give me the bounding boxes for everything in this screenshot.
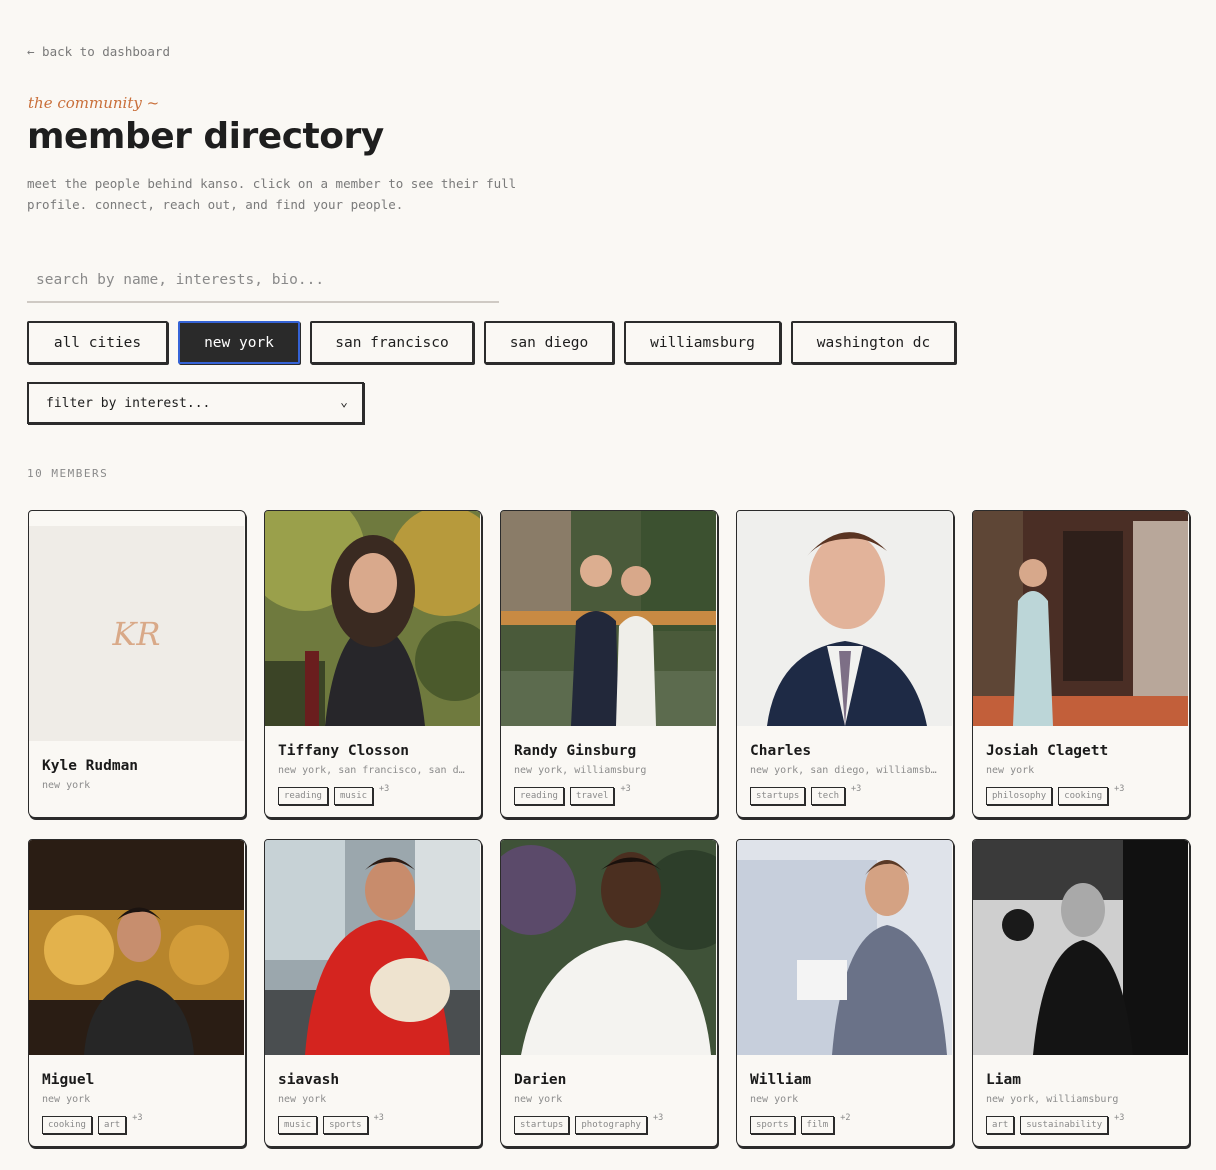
member-photo: [737, 511, 952, 726]
avatar-placeholder: KR: [29, 526, 244, 741]
member-tags: startups photography +3: [514, 1113, 664, 1134]
more-tags-count: +3: [851, 784, 862, 794]
back-to-dashboard-link[interactable]: ← back to dashboard: [27, 44, 170, 59]
city-filter-san-diego[interactable]: san diego: [484, 321, 614, 364]
member-cities: new york, san diego, williamsburg: [750, 765, 942, 776]
member-cities: new york: [986, 765, 1035, 776]
interest-tag: tech: [811, 787, 846, 805]
member-name: Tiffany Closson: [278, 743, 409, 759]
member-cities: new york, williamsburg: [514, 765, 647, 776]
interest-tag: art: [986, 1116, 1015, 1134]
interest-tag: art: [97, 1116, 127, 1134]
member-name: Darien: [514, 1072, 567, 1088]
interest-tag: photography: [575, 1116, 647, 1134]
interest-filter-select[interactable]: filter by interest... ⌄: [27, 382, 364, 424]
more-tags-count: +3: [1114, 1113, 1125, 1123]
member-tags: sports film +2: [750, 1113, 851, 1134]
interest-tag: reading: [278, 787, 328, 805]
city-filter-san-francisco[interactable]: san francisco: [310, 321, 474, 364]
member-card[interactable]: Randy Ginsburg new york, williamsburg re…: [500, 510, 718, 818]
more-tags-count: +3: [132, 1113, 143, 1123]
more-tags-count: +3: [379, 784, 390, 794]
city-filter-new-york[interactable]: new york: [178, 321, 300, 364]
interest-tag: music: [278, 1116, 318, 1134]
member-tags: reading travel +3: [514, 784, 631, 805]
member-card[interactable]: William new york sports film +2: [736, 839, 954, 1147]
member-name: Randy Ginsburg: [514, 743, 637, 759]
chevron-down-icon: ⌄: [340, 395, 348, 410]
city-filter-all-cities[interactable]: all cities: [27, 321, 168, 364]
member-name: Miguel: [42, 1072, 95, 1088]
member-card[interactable]: siavash new york music sports +3: [264, 839, 482, 1147]
member-name: Kyle Rudman: [42, 758, 139, 774]
member-cities: new york, williamsburg: [986, 1094, 1119, 1105]
member-card[interactable]: Josiah Clagett new york philosophy cooki…: [972, 510, 1190, 818]
member-tags: reading music +3: [278, 784, 390, 805]
member-name: Charles: [750, 743, 812, 759]
city-filter-washington-dc[interactable]: washington dc: [791, 321, 956, 364]
member-card[interactable]: Charles new york, san diego, williamsbur…: [736, 510, 954, 818]
member-cities: new york: [514, 1094, 563, 1105]
interest-tag: sports: [750, 1116, 795, 1134]
page-intro: meet the people behind kanso. click on a…: [27, 176, 517, 212]
member-photo: [29, 840, 244, 1055]
section-eyebrow: the community ~: [28, 94, 160, 112]
interest-tag: sustainability: [1020, 1116, 1109, 1134]
interest-filter-value: filter by interest...: [46, 395, 211, 411]
more-tags-count: +3: [652, 1113, 664, 1123]
member-cities: new york: [750, 1094, 799, 1105]
city-filter-williamsburg[interactable]: williamsburg: [624, 321, 781, 364]
search-input[interactable]: [27, 258, 499, 301]
member-photo: [265, 511, 480, 726]
member-tags: startups tech +3: [750, 784, 862, 805]
member-photo: [265, 840, 480, 1055]
more-tags-count: +2: [840, 1113, 851, 1123]
member-name: Liam: [986, 1072, 1021, 1088]
member-tags: cooking art +3: [42, 1113, 143, 1134]
member-name: William: [750, 1072, 812, 1088]
member-cities: new york: [42, 1094, 91, 1105]
interest-tag: cooking: [1058, 787, 1109, 805]
more-tags-count: +3: [1114, 784, 1125, 794]
member-cities: new york, san francisco, san diego: [278, 765, 470, 776]
interest-tag: philosophy: [986, 787, 1053, 805]
more-tags-count: +3: [620, 784, 631, 794]
member-card[interactable]: Tiffany Closson new york, san francisco,…: [264, 510, 482, 818]
more-tags-count: +3: [373, 1113, 384, 1123]
member-name: Josiah Clagett: [986, 743, 1109, 759]
search-field: [27, 258, 499, 303]
member-photo: [737, 840, 952, 1055]
member-name: siavash: [278, 1072, 340, 1088]
avatar-initials: KR: [112, 614, 161, 653]
interest-tag: startups: [514, 1116, 570, 1134]
member-card[interactable]: Miguel new york cooking art +3: [28, 839, 246, 1147]
member-photo: [501, 840, 716, 1055]
member-tags: art sustainability +3: [986, 1113, 1125, 1134]
member-tags: music sports +3: [278, 1113, 384, 1134]
interest-tag: travel: [569, 787, 615, 805]
member-card[interactable]: Liam new york, williamsburg art sustaina…: [972, 839, 1190, 1147]
member-card[interactable]: KR Kyle Rudman new york: [28, 510, 246, 818]
member-count: 10 MEMBERS: [27, 467, 109, 480]
interest-tag: cooking: [42, 1116, 92, 1134]
member-tags: philosophy cooking +3: [986, 784, 1125, 805]
interest-tag: startups: [750, 787, 806, 805]
page-title: member directory: [27, 116, 384, 157]
member-photo: [973, 840, 1188, 1055]
member-photo: [973, 511, 1188, 726]
interest-tag: film: [800, 1116, 835, 1134]
interest-tag: sports: [323, 1116, 368, 1134]
interest-tag: music: [333, 787, 374, 805]
interest-tag: reading: [514, 787, 564, 805]
member-cities: new york: [278, 1094, 327, 1105]
member-card[interactable]: Darien new york startups photography +3: [500, 839, 718, 1147]
member-photo: [501, 511, 716, 726]
member-cities: new york: [42, 780, 91, 791]
